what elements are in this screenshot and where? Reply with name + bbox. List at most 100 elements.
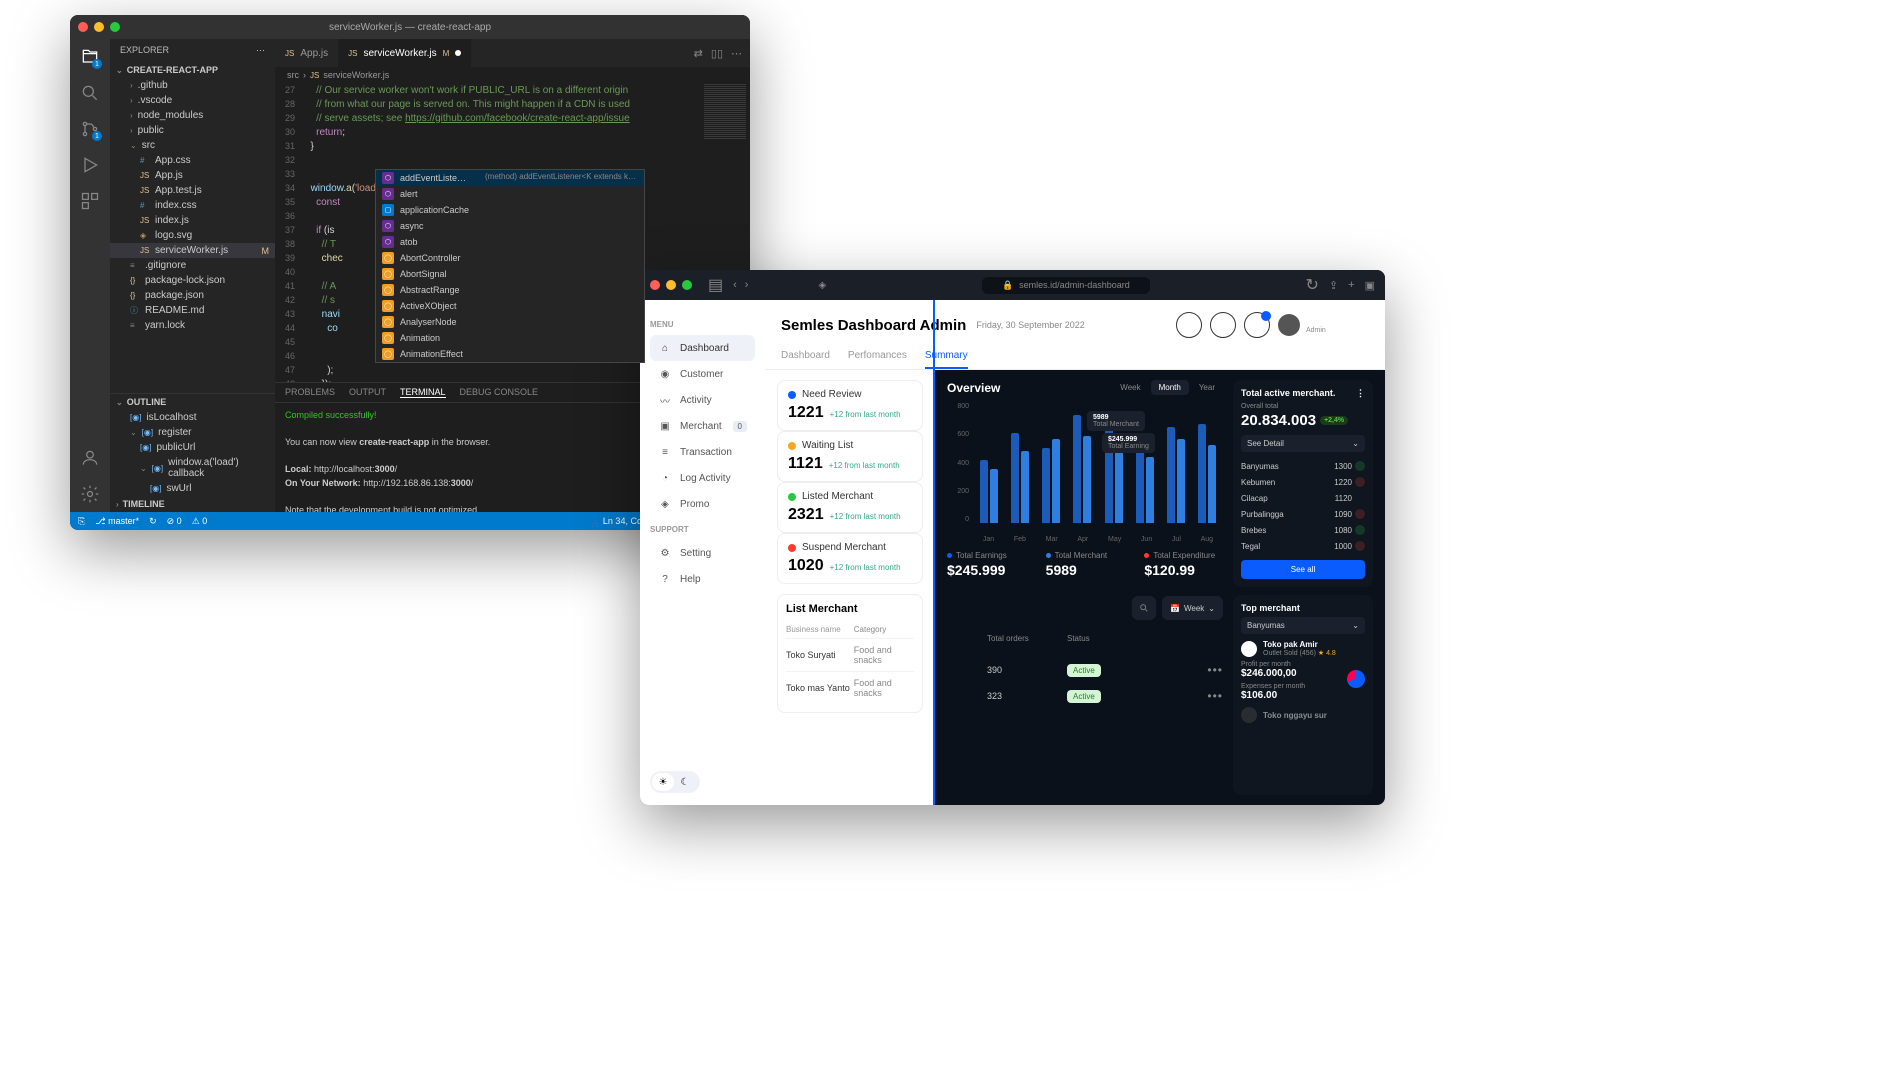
table-row[interactable]: 390Active••• [947, 657, 1223, 683]
settings-icon[interactable] [80, 484, 100, 504]
dark-mode-icon[interactable]: ☾ [674, 773, 696, 791]
editor-tab[interactable]: JSApp.js [275, 39, 338, 67]
errors-count[interactable]: ⊘ 0 [167, 516, 182, 527]
detail-select[interactable]: See Detail⌄ [1241, 435, 1365, 452]
suggest-item[interactable]: ◯ActiveXObject [376, 298, 644, 314]
tab-dashboard[interactable]: Dashboard [781, 350, 830, 369]
maximize-button[interactable] [110, 22, 120, 32]
warnings-count[interactable]: ⚠ 0 [192, 516, 208, 527]
suggest-item[interactable]: ⬡atob [376, 234, 644, 250]
file-tree-item[interactable]: ›.github [110, 78, 275, 93]
file-tree-item[interactable]: JSApp.js [110, 168, 275, 183]
suggest-item[interactable]: ▢applicationCache [376, 202, 644, 218]
sidebar-item-help[interactable]: ?Help [650, 566, 755, 592]
theme-toggle[interactable]: ☀ ☾ [650, 771, 700, 793]
file-tree-item[interactable]: JSindex.js [110, 213, 275, 228]
search-icon[interactable] [1176, 312, 1202, 338]
table-row[interactable]: Toko SuryatiFood and snacks [786, 638, 914, 671]
url-bar[interactable]: 🔒 semles.id/admin-dashboard [982, 277, 1150, 294]
suggest-item[interactable]: ◯Animation [376, 330, 644, 346]
overview-chart[interactable]: 8006004002000 JanFebMarAprMayJunJulAug 5… [947, 403, 1223, 543]
stat-card[interactable]: Listed Merchant2321+12 from last month [777, 482, 923, 533]
intellisense-popup[interactable]: (method) addEventListener<K extends k… ⬡… [375, 169, 645, 363]
period-month[interactable]: Month [1151, 380, 1189, 395]
sidebar-item-activity[interactable]: 〰Activity [650, 387, 755, 413]
file-tree-item[interactable]: ›node_modules [110, 108, 275, 123]
more-icon[interactable]: ⋯ [256, 45, 265, 56]
file-tree-item[interactable]: ⌄src [110, 138, 275, 153]
sidebar-item-transaction[interactable]: ≡Transaction [650, 439, 755, 465]
file-tree-item[interactable]: JSserviceWorker.jsM [110, 243, 275, 258]
search-icon[interactable] [80, 83, 100, 103]
region-row[interactable]: Brebes1080 [1241, 522, 1365, 538]
file-tree-item[interactable]: ≡yarn.lock [110, 318, 275, 333]
editor-tab[interactable]: JSserviceWorker.jsM [338, 39, 471, 67]
region-row[interactable]: Cilacap1120 [1241, 490, 1365, 506]
region-row[interactable]: Tegal1000 [1241, 538, 1365, 554]
explorer-icon[interactable]: 1 [80, 47, 100, 67]
outline-item[interactable]: [◉]swUrl [110, 481, 275, 496]
messages-icon[interactable] [1210, 312, 1236, 338]
region-row[interactable]: Kebumen1220 [1241, 474, 1365, 490]
debug-icon[interactable] [80, 155, 100, 175]
sidebar-item-dashboard[interactable]: ⌂Dashboard [650, 335, 755, 361]
remote-icon[interactable]: ⎘ [78, 516, 85, 527]
file-tree-item[interactable]: #App.css [110, 153, 275, 168]
file-tree-item[interactable]: ◈logo.svg [110, 228, 275, 243]
terminal-tab[interactable]: DEBUG CONSOLE [460, 387, 539, 398]
reload-icon[interactable]: ↻ [1306, 275, 1319, 295]
sidebar-item-merchant[interactable]: ▣Merchant0 [650, 413, 755, 439]
suggest-item[interactable]: ⬡async [376, 218, 644, 234]
project-root[interactable]: ⌄CREATE-REACT-APP [110, 62, 275, 78]
sync-icon[interactable]: ↻ [149, 516, 157, 527]
tab-summary[interactable]: Summary [925, 350, 968, 369]
outline-item[interactable]: ⌄[◉]register [110, 425, 275, 440]
outline-section[interactable]: ⌄OUTLINE [110, 394, 275, 410]
shield-icon[interactable]: ◈ [818, 280, 826, 291]
sidebar-item-log-activity[interactable]: ◔Log Activity [650, 465, 755, 491]
branch-indicator[interactable]: ⎇ master* [95, 516, 139, 527]
tabs-icon[interactable]: ▣ [1365, 279, 1375, 292]
sidebar-toggle-icon[interactable]: ▤ [708, 275, 723, 295]
stat-card[interactable]: Need Review1221+12 from last month [777, 380, 923, 431]
stat-card[interactable]: Waiting List1121+12 from last month [777, 431, 923, 482]
back-icon[interactable]: ‹ [733, 279, 737, 291]
more-icon[interactable]: ••• [1207, 663, 1223, 677]
region-row[interactable]: Banyumas1300 [1241, 458, 1365, 474]
outline-item[interactable]: [◉]isLocalhost [110, 410, 275, 425]
vscode-titlebar[interactable]: serviceWorker.js — create-react-app [70, 15, 750, 39]
table-row[interactable]: Toko mas YantoFood and snacks [786, 671, 914, 704]
file-tree-item[interactable]: ›public [110, 123, 275, 138]
split-icon[interactable]: ▯▯ [711, 47, 723, 60]
maximize-button[interactable] [682, 280, 692, 290]
compare-icon[interactable]: ⇄ [694, 47, 703, 60]
outline-item[interactable]: [◉]publicUrl [110, 440, 275, 455]
minimize-button[interactable] [94, 22, 104, 32]
more-icon[interactable]: ••• [1207, 689, 1223, 703]
suggest-item[interactable]: ◯AnalyserNode [376, 314, 644, 330]
terminal-tab[interactable]: OUTPUT [349, 387, 386, 398]
file-tree-item[interactable]: #index.css [110, 198, 275, 213]
forward-icon[interactable]: › [745, 279, 749, 291]
file-tree-item[interactable]: JSApp.test.js [110, 183, 275, 198]
file-tree-item[interactable]: ›.vscode [110, 93, 275, 108]
see-all-button[interactable]: See all [1241, 560, 1365, 579]
table-row[interactable]: 323Active••• [947, 683, 1223, 709]
suggest-item[interactable]: ◯AbstractRange [376, 282, 644, 298]
file-tree-item[interactable]: {}package.json [110, 288, 275, 303]
suggest-item[interactable]: ⬡alert [376, 186, 644, 202]
tab-perfomances[interactable]: Perfomances [848, 350, 907, 369]
share-icon[interactable]: ⇪ [1329, 279, 1338, 292]
terminal-tab[interactable]: TERMINAL [400, 387, 446, 398]
suggest-item[interactable]: ◯AnimationEffect [376, 346, 644, 362]
file-tree-item[interactable]: {}package-lock.json [110, 273, 275, 288]
breadcrumb[interactable]: src › JS serviceWorker.js [275, 67, 750, 83]
sidebar-item-setting[interactable]: ⚙Setting [650, 540, 755, 566]
notifications-icon[interactable] [1244, 312, 1270, 338]
source-control-icon[interactable]: 1 [80, 119, 100, 139]
user-menu[interactable]: Paijo royoroyo Admin [1278, 314, 1369, 336]
region-select[interactable]: Banyumas⌄ [1241, 617, 1365, 634]
file-tree-item[interactable]: ≡.gitignore [110, 258, 275, 273]
suggest-item[interactable]: ◯AbortSignal [376, 266, 644, 282]
account-icon[interactable] [80, 448, 100, 468]
